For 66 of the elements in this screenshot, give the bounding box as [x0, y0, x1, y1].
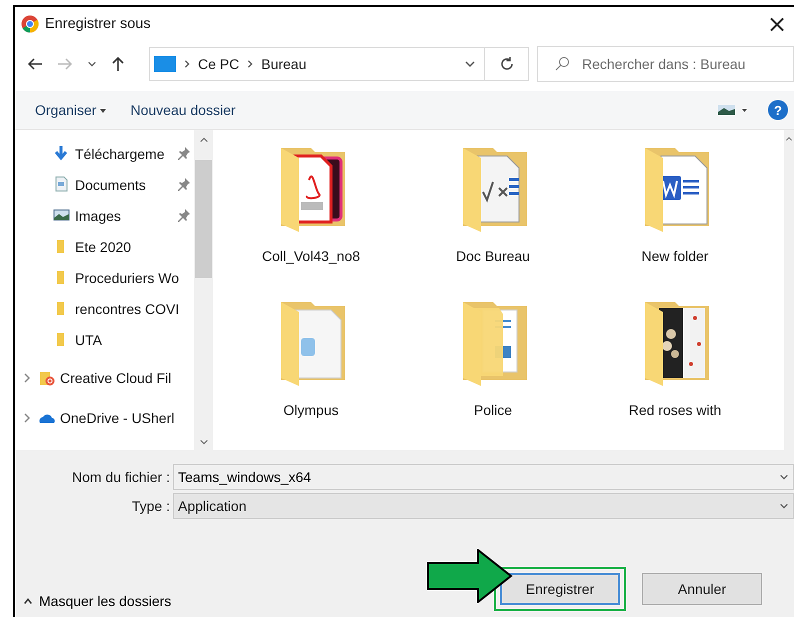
sidebar-item-label: Documents: [75, 176, 146, 192]
pin-icon: [176, 145, 192, 161]
back-arrow-icon[interactable]: [27, 57, 43, 71]
sidebar-item[interactable]: rencontres COVI: [15, 293, 194, 324]
field-label: Type :: [130, 498, 171, 514]
monitor-icon: [154, 56, 176, 72]
refresh-icon[interactable]: [498, 56, 514, 72]
file-name[interactable]: New folder: [642, 248, 708, 264]
dialog-button[interactable]: Annuler: [642, 573, 762, 605]
sidebar-item[interactable]: Téléchargeme: [15, 138, 194, 169]
hide-folders-button[interactable]: Masquer les dossiers: [23, 593, 172, 609]
file-name[interactable]: Doc Bureau: [456, 248, 530, 264]
recent-chevron-icon[interactable]: [87, 59, 97, 69]
sidebar-item[interactable]: Images: [15, 200, 194, 231]
pin-icon: [176, 176, 192, 192]
scroll-up-icon[interactable]: [198, 136, 208, 144]
sidebar-item-label: Creative Cloud Fil: [60, 370, 172, 386]
folder-icon: [38, 370, 55, 386]
sidebar-item-label: Images: [75, 208, 121, 224]
file-name[interactable]: Olympus: [283, 402, 339, 418]
caret-icon: [100, 108, 106, 112]
window-title: Enregistrer sous: [45, 16, 152, 32]
sidebar-item-label: Ete 2020: [75, 238, 132, 254]
caret-up-icon: [23, 597, 33, 605]
pin-icon: [176, 207, 192, 223]
dialog-button[interactable]: Enregistrer: [500, 573, 620, 605]
chevron-right-icon: [246, 59, 254, 69]
breadcrumb-item[interactable]: Ce PC: [198, 56, 240, 72]
view-options-icon[interactable]: [718, 104, 748, 116]
chrome-logo-icon: [21, 15, 39, 33]
help-button[interactable]: ?: [768, 100, 788, 120]
dropdown-chevron-icon[interactable]: [779, 501, 789, 511]
sidebar-item[interactable]: Documents: [15, 169, 194, 200]
file-name[interactable]: Red roses with: [628, 402, 722, 418]
file-name[interactable]: Coll_Vol43_no8: [262, 248, 360, 264]
scroll-down-icon[interactable]: [198, 438, 208, 446]
sidebar-item-label: UTA: [75, 332, 102, 348]
sidebar-item-label: OneDrive - USherl: [60, 410, 174, 426]
sidebar-item[interactable]: Proceduriers Wo: [15, 262, 194, 293]
type-dropdown[interactable]: Application: [173, 493, 794, 519]
scroll-up-icon[interactable]: [785, 136, 793, 142]
sidebar-item-label: rencontres COVI: [75, 300, 180, 316]
search-field[interactable]: Rechercher dans : Bureau: [580, 55, 784, 73]
dropdown-chevron-icon[interactable]: [779, 472, 789, 482]
filename-field[interactable]: Teams_windows_x64: [173, 464, 794, 490]
up-arrow-icon[interactable]: [111, 56, 125, 72]
close-button[interactable]: ×: [762, 9, 792, 39]
document-icon: [53, 176, 70, 193]
new-folder-button[interactable]: Nouveau dossier: [128, 100, 238, 120]
pointer-arrow-icon: [427, 549, 513, 603]
organize-menu-button[interactable]: Organiser: [33, 100, 108, 120]
sidebar-item[interactable]: OneDrive - USherl: [15, 401, 194, 435]
sidebar-item[interactable]: Creative Cloud Fil: [15, 361, 194, 395]
sidebar-item-label: Téléchargeme: [75, 146, 164, 162]
scrollbar-thumb[interactable]: [195, 160, 212, 278]
sidebar-item[interactable]: Ete 2020: [15, 231, 194, 262]
breadcrumb-item[interactable]: Bureau: [261, 56, 306, 72]
download-icon: [53, 145, 70, 162]
search-icon: [554, 56, 570, 72]
field-label: Nom du fichier :: [70, 469, 171, 485]
sidebar-item[interactable]: UTA: [15, 324, 194, 355]
file-name[interactable]: Police: [474, 402, 512, 418]
filename-input[interactable]: Teams_windows_x64: [178, 469, 779, 485]
search-box[interactable]: Rechercher dans : Bureau: [537, 46, 794, 82]
sidebar-item-label: Proceduriers Wo: [75, 270, 180, 286]
chevron-right-icon: [183, 59, 191, 69]
